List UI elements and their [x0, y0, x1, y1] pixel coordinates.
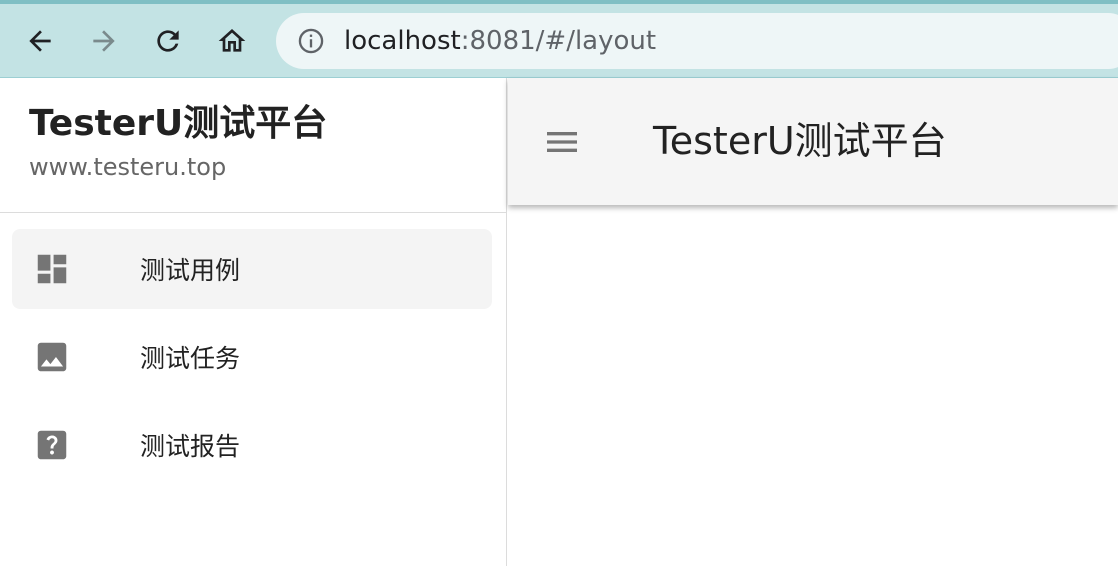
forward-button[interactable]: [84, 21, 124, 61]
main-content: TesterU测试平台: [508, 78, 1118, 566]
arrow-left-icon: [29, 30, 51, 52]
dashboard-icon: [33, 250, 71, 288]
info-icon[interactable]: [296, 26, 326, 56]
app-title: TesterU测试平台: [29, 103, 328, 144]
address-bar[interactable]: localhost:8081/#/layout: [276, 13, 1118, 69]
url-path: :8081/#/layout: [460, 26, 657, 56]
menu-item-test-reports[interactable]: 测试报告: [12, 405, 492, 485]
app-toolbar: TesterU测试平台: [508, 78, 1118, 205]
menu-item-test-cases[interactable]: 测试用例: [12, 229, 492, 309]
home-icon: [218, 29, 246, 52]
menu-list: 测试用例 测试任务 测试报告: [0, 213, 506, 485]
hamburger-menu-icon[interactable]: [542, 122, 582, 162]
menu-item-label: 测试用例: [140, 256, 241, 285]
reload-icon: [157, 30, 179, 52]
back-button[interactable]: [20, 21, 60, 61]
help-icon: [33, 426, 71, 464]
menu-item-label: 测试报告: [140, 432, 241, 461]
navigation-drawer: TesterU测试平台 www.testeru.top 测试用例 测试任务 测试…: [0, 78, 507, 566]
image-icon: [33, 338, 71, 376]
url-text[interactable]: localhost:8081/#/layout: [344, 26, 656, 56]
browser-toolbar: localhost:8081/#/layout: [0, 0, 1118, 78]
toolbar-title: TesterU测试平台: [653, 119, 947, 163]
home-button[interactable]: [212, 21, 252, 61]
app-subtitle: www.testeru.top: [29, 153, 227, 181]
drawer-header: TesterU测试平台 www.testeru.top: [0, 78, 506, 213]
url-host: localhost: [344, 26, 461, 56]
menu-item-test-tasks[interactable]: 测试任务: [12, 317, 492, 397]
arrow-right-icon: [93, 30, 115, 52]
menu-item-label: 测试任务: [140, 344, 241, 373]
reload-button[interactable]: [148, 21, 188, 61]
